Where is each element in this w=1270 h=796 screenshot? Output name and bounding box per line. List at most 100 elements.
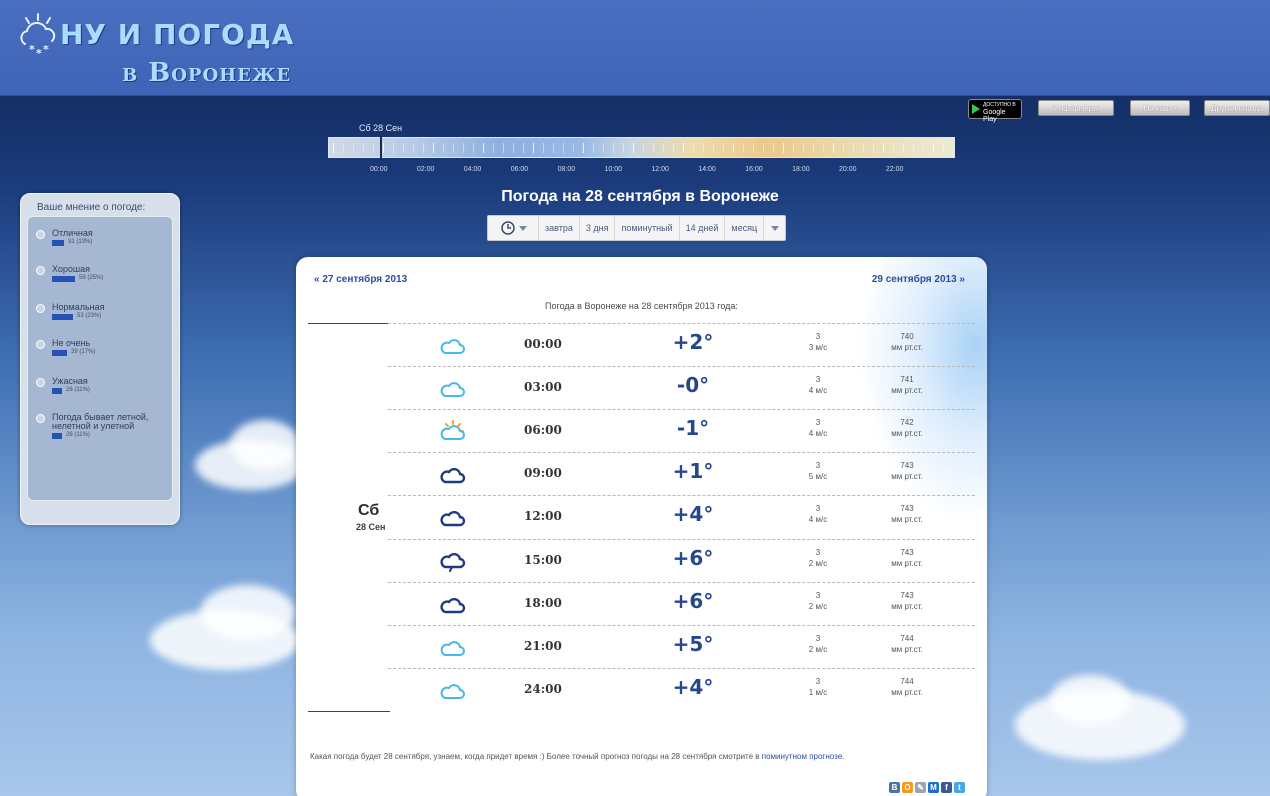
timeline-hour-label: 06:00: [510, 166, 529, 173]
minute-forecast-link[interactable]: поминутном прогнозе: [762, 752, 842, 761]
wind-direction: 3: [815, 547, 821, 557]
radio-button[interactable]: [36, 414, 45, 423]
share-button[interactable]: В: [889, 782, 900, 793]
on-map-button[interactable]: На карте: [1130, 100, 1190, 116]
poll-count: 58 (25%): [79, 275, 104, 281]
timeline-hour-label: 16:00: [745, 166, 763, 173]
timeline-tick: [733, 143, 734, 153]
pressure-value: 741: [900, 375, 914, 385]
forecast-wind: 35 м/с: [798, 460, 838, 482]
timeline-tick: [843, 143, 844, 153]
timeline-tick: [503, 143, 504, 153]
poll-option-label: Погода бывает летной, нелетной и улетной: [52, 412, 149, 431]
footnote-end: .: [842, 752, 845, 761]
timeline-tick: [573, 143, 574, 153]
timeline-hours: 00:00 02:00 04:00 06:00 08:00 10:00 12:00 14:00…: [0, 166, 1270, 176]
forecast-temp: -0°: [676, 373, 710, 398]
wind-direction: 3: [815, 418, 821, 428]
forecast-time: 12:00: [524, 509, 562, 524]
share-button[interactable]: О: [902, 782, 913, 793]
tab-minute[interactable]: поминутный: [614, 216, 678, 240]
timeline-tick: [923, 143, 924, 153]
forecast-time: 18:00: [524, 595, 562, 610]
on-map-label: На карте: [1143, 104, 1177, 113]
forecast-temp: +4°: [672, 674, 714, 699]
forecast-row: 09:00 +1° 3 5 м/с 743 мм рт.ст.: [388, 452, 975, 495]
timeline-hour-label: 04:00: [463, 166, 482, 173]
forecast-card: « 27 сентября 2013 29 сентября 2013 » По…: [296, 257, 987, 796]
tab-14-days[interactable]: 14 дней: [678, 216, 725, 240]
site-logo[interactable]: * * * НУ И ПОГОДА в Воронеже: [16, 12, 293, 92]
wind-speed: 3 м/с: [808, 343, 828, 352]
pressure-value: 744: [900, 676, 914, 686]
timeline-tick: [583, 143, 584, 153]
timeline-tick: [593, 143, 594, 153]
radio-button[interactable]: [36, 230, 45, 239]
pressure-value: 743: [900, 504, 914, 514]
timeline-tick: [683, 143, 684, 153]
timeline-tick: [463, 143, 464, 153]
weather-icon: [440, 420, 466, 442]
wind-direction: 3: [815, 633, 821, 643]
page-title: Погода на 28 сентября в Воронеже: [501, 188, 779, 205]
prev-day-link[interactable]: « 27 сентября 2013: [314, 274, 407, 285]
snow-cloud-logo-icon: * * *: [20, 13, 56, 60]
forecast-time: 06:00: [524, 423, 562, 438]
radio-button[interactable]: [36, 304, 45, 313]
forecast-row: 15:00 +6° 3 2 м/с 743 мм рт.ст.: [388, 538, 975, 582]
forecast-wind: 31 м/с: [798, 676, 838, 698]
share-button[interactable]: t: [954, 782, 965, 793]
forecast-row: 06:00 -1° 3 4 м/с 742 мм рт.ст.: [388, 409, 975, 452]
tab-3-days[interactable]: 3 дня: [578, 216, 615, 240]
poll-option-label: Хорошая: [52, 264, 91, 274]
other-weather-button[interactable]: Другая погода: [1204, 100, 1270, 116]
timeline-tick: [333, 143, 334, 153]
tab-month[interactable]: месяц: [724, 216, 763, 240]
wind-direction: 3: [815, 332, 821, 341]
timeline-cursor[interactable]: [380, 136, 382, 160]
tab-more[interactable]: [763, 216, 785, 240]
radio-button[interactable]: [36, 340, 45, 349]
pressure-value: 742: [900, 418, 914, 428]
svg-text:*: *: [29, 43, 35, 56]
forecast-wind: 34 м/с: [798, 503, 838, 525]
wind-direction: 3: [815, 504, 821, 514]
next-day-link[interactable]: 29 сентября 2013 »: [872, 274, 965, 285]
timeline-tick: [943, 143, 944, 153]
poll-bar: [52, 314, 73, 320]
timeline-tick: [723, 143, 724, 153]
timeline-tick: [383, 143, 384, 153]
wind-speed: 2 м/с: [808, 558, 828, 568]
forecast-row: 21:00 +5° 3 2 м/с 744 мм рт.ст.: [388, 624, 975, 668]
share-button[interactable]: f: [941, 782, 952, 793]
timeline-tick: [673, 143, 674, 153]
share-buttons: В О ✎ Мf t: [889, 782, 965, 793]
weather-icon: [440, 506, 466, 528]
timeline-hour-label: 10:00: [604, 166, 623, 173]
wind-speed: 1 м/с: [808, 687, 828, 697]
timeline-hour-label: 08:00: [557, 166, 576, 173]
forecast-wind: 32 м/с: [798, 590, 838, 612]
weather-icon: [440, 550, 466, 572]
share-button[interactable]: ✎: [915, 782, 926, 793]
timeline-hour-label: 00:00: [370, 166, 388, 173]
pressure-unit: мм рт.ст.: [891, 644, 923, 654]
tab-tomorrow[interactable]: завтра: [538, 216, 579, 240]
pressure-unit: мм рт.ст.: [891, 601, 923, 611]
weather-icon: [440, 463, 466, 485]
radio-button[interactable]: [36, 378, 45, 387]
logo-city: в Воронеже: [122, 58, 292, 88]
site-header: * * * НУ И ПОГОДА в Воронеже: [0, 0, 1270, 96]
informers-button[interactable]: Информеры: [1038, 100, 1114, 116]
pressure-unit: мм рт.ст.: [891, 472, 923, 482]
cloud-rain-icon: [440, 552, 466, 572]
radio-button[interactable]: [36, 266, 45, 275]
timeline-tick: [653, 143, 654, 153]
tab-history[interactable]: [488, 216, 538, 240]
sun-cloud-icon: [440, 420, 465, 441]
share-button[interactable]: М: [928, 782, 939, 793]
pressure-unit: мм рт.ст.: [891, 386, 923, 396]
poll-option-label: Не очень: [52, 338, 91, 348]
google-play-badge[interactable]: ДОСТУПНО В Google Play: [968, 99, 1022, 123]
timeline-slider[interactable]: [328, 136, 955, 160]
